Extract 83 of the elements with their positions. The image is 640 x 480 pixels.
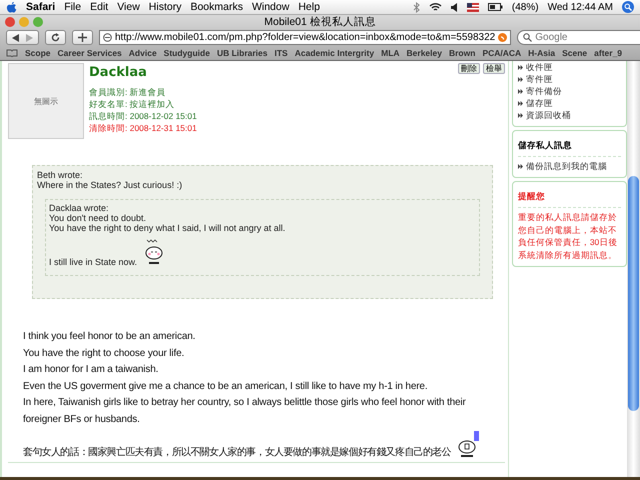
folder-link[interactable]: 儲存匣: [526, 97, 553, 109]
action-button[interactable]: 刪除: [458, 63, 480, 74]
wifi-icon[interactable]: [428, 2, 442, 12]
menu-item[interactable]: View: [117, 1, 140, 13]
close-button[interactable]: [5, 17, 15, 27]
back-icon[interactable]: [12, 34, 20, 42]
quote-text: Where in the States? Just curious! :): [37, 180, 184, 190]
message-text: Even the US goverment give me a chance to be an american, I still like to have my h-1 in here.: [23, 380, 428, 394]
chevron-icon: [518, 164, 523, 168]
reload-button[interactable]: [45, 30, 66, 45]
bookmark-link[interactable]: UB Libraries: [216, 48, 268, 58]
bookmark-link[interactable]: ITS: [274, 48, 288, 58]
bookmark-link[interactable]: Advice: [128, 48, 157, 58]
folder-link[interactable]: 收件匣: [526, 61, 553, 73]
book-icon[interactable]: [6, 49, 18, 57]
action-button[interactable]: 檢舉: [482, 63, 505, 74]
search-icon[interactable]: [622, 1, 634, 13]
message-text: I think you feel honor to be an american.: [23, 330, 196, 344]
quote-text: You don't need to doubt.: [49, 213, 147, 223]
window-title: Mobile01 檢視私人訊息: [264, 15, 376, 29]
message-text: 套句女人的話：國家興亡匹夫有責，所以不關女人家的事，女人要做的事就是嫁個好有錢又疼自己的老公: [23, 446, 451, 460]
battery-icon[interactable]: [488, 3, 503, 11]
scroll-thumb[interactable]: [628, 176, 640, 411]
quote-text: I still live in State now.: [49, 257, 138, 267]
bookmark-link[interactable]: Scene: [562, 48, 588, 58]
folder-link[interactable]: 資源回收桶: [526, 109, 571, 121]
bookmark-link[interactable]: Studyguide: [164, 48, 210, 58]
menu-item[interactable]: Window: [252, 1, 290, 13]
rss-icon[interactable]: [498, 33, 508, 42]
flag-icon[interactable]: [466, 2, 479, 12]
folder-link[interactable]: 寄件備份: [526, 85, 562, 97]
bookmark-link[interactable]: PCA/ACA: [482, 48, 522, 58]
no-image-label: 無圖示: [34, 96, 58, 106]
bluetooth-icon[interactable]: [412, 2, 420, 12]
menu-item[interactable]: Edit: [90, 1, 108, 13]
info-line: 會員識別: 新進會員: [89, 86, 167, 98]
backup-link[interactable]: 備份訊息到我的電腦: [526, 160, 607, 172]
bookmark-link[interactable]: Academic Intergrity: [294, 48, 374, 58]
apple-logo-icon[interactable]: [6, 0, 17, 14]
search-field[interactable]: Google: [517, 30, 640, 45]
sender-name[interactable]: Dacklaa: [89, 65, 147, 80]
chevron-icon: [518, 88, 523, 94]
menu-item[interactable]: Help: [298, 1, 320, 13]
bookmark-link[interactable]: Brown: [448, 48, 476, 58]
quote-author: Beth wrote:: [37, 170, 84, 180]
chevron-icon: [518, 64, 523, 70]
chevron-icon: [518, 112, 523, 118]
quote-author: Dacklaa wrote:: [49, 203, 110, 213]
speaker-icon[interactable]: [450, 2, 458, 12]
scrollbar[interactable]: [627, 61, 640, 477]
menubar-clock[interactable]: Wed 12:44 AM: [548, 2, 613, 12]
plus-icon[interactable]: [78, 33, 87, 42]
panel-title: 儲存私人訊息: [518, 139, 573, 152]
menu-item[interactable]: History: [148, 1, 182, 13]
app-menu[interactable]: Safari: [26, 1, 56, 13]
notice-text: 重要的私人訊息請儲存於您自己的電腦上，本站不負任何保管責任，30日後系統清除所有過期訊息。: [518, 211, 618, 261]
chevron-icon: [518, 100, 523, 106]
bookmark-link[interactable]: Career Services: [58, 48, 122, 58]
info-line: 清除時間: 2008-12-31 15:01: [89, 122, 198, 134]
bookmark-link[interactable]: H-Asia: [528, 48, 556, 58]
chevron-icon: [518, 76, 523, 82]
message-text: You have the right to choose your life.: [23, 346, 186, 360]
message-text: I am honor for I am a taiwanish.: [23, 363, 160, 377]
battery-percent: (48%): [512, 2, 539, 12]
search-icon: [523, 33, 532, 42]
add-bookmark-button[interactable]: [72, 30, 93, 45]
menu-item[interactable]: Bookmarks: [190, 1, 243, 13]
panel-title: 提醒您: [518, 190, 546, 203]
bookmark-link[interactable]: after_9: [594, 48, 622, 58]
info-line: 訊息時間: 2008-12-02 15:01: [89, 110, 198, 122]
folder-link[interactable]: 寄件匣: [526, 73, 553, 85]
back-forward-button[interactable]: [6, 30, 39, 45]
message-text: In here, Taiwanish girls like to betray her country, so I always belittle those girls who feel honor with their foreigner BFs or husbands.: [23, 396, 467, 426]
bookmark-link[interactable]: MLA: [381, 48, 400, 58]
address-field[interactable]: http://www.mobile01.com/pm.php?folder=view&location=inbox&mode=to&m=5598322: [99, 30, 512, 45]
page-icon: [103, 33, 112, 42]
search-input[interactable]: Google: [535, 32, 630, 43]
bookmark-link[interactable]: Scope: [25, 48, 51, 58]
quote-text: You have the right to deny what I said, I will not angry at all.: [49, 223, 286, 233]
reload-icon[interactable]: [51, 33, 60, 42]
bookmark-link[interactable]: Berkeley: [406, 48, 442, 58]
info-line: 好友名單: 按這裡加入: [89, 98, 176, 110]
menu-item[interactable]: File: [64, 1, 82, 13]
